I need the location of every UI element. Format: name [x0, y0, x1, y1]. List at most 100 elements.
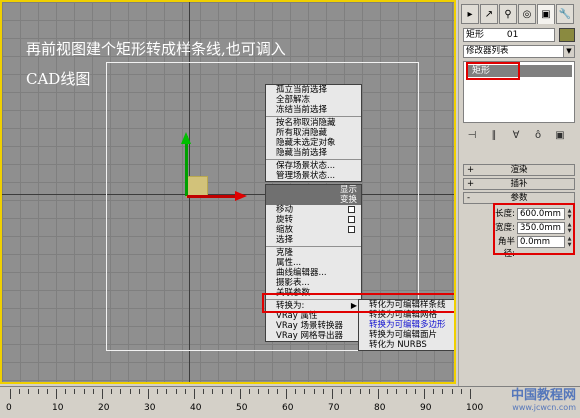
watermark-url: www.jcwcn.com [512, 403, 576, 412]
ruler-tick [56, 389, 57, 399]
ruler-minor-tick [368, 389, 370, 394]
menu-separator [266, 116, 361, 117]
ruler-minor-tick [295, 389, 297, 394]
menu-item-vray-mesh-export[interactable]: VRay 网格导出器 [266, 331, 361, 341]
ruler-minor-tick [460, 389, 462, 394]
ruler-minor-tick [350, 389, 352, 394]
ruler-minor-tick [433, 389, 435, 394]
ruler-label: 80 [374, 403, 386, 413]
timeline-ruler[interactable]: 0 10 20 30 40 50 60 70 80 90 100 [0, 386, 580, 418]
command-panel: ▸ ↗ ⚲ ◎ ▣ 🔧 矩形 01 修改器列表 ▼ 矩形 ⊣ ∥ ∀ ô ▣ +… [458, 0, 580, 386]
ruler-minor-tick [221, 389, 223, 394]
menu-item-unhide-by-name[interactable]: 按名称取消隐藏 [266, 118, 361, 128]
caption-line-2: CAD线图 [26, 70, 91, 88]
gizmo-x-axis[interactable] [187, 195, 237, 198]
ruler-minor-tick [28, 389, 30, 394]
ruler-label: 100 [466, 403, 484, 413]
ruler-minor-tick [267, 389, 269, 394]
settings-box-icon[interactable] [348, 226, 355, 233]
modifier-list-dropdown[interactable]: 修改器列表 ▼ [463, 45, 575, 58]
show-end-result-icon[interactable]: ∥ [485, 128, 503, 144]
gizmo-y-arrow-icon[interactable] [181, 132, 191, 144]
settings-box-icon[interactable] [348, 216, 355, 223]
ruler-tick [240, 389, 241, 399]
ruler-minor-tick [258, 389, 260, 394]
menu-item-move[interactable]: 移动 [266, 205, 361, 215]
quad-header-display: 显示 [266, 185, 361, 195]
tab-display[interactable]: ▣ [537, 4, 555, 24]
ruler-minor-tick [83, 389, 85, 394]
ruler-minor-tick [129, 389, 131, 394]
ruler-minor-tick [46, 389, 48, 394]
rollout-interpolation[interactable]: + 插补 [463, 178, 575, 190]
tab-modify[interactable]: ↗ [480, 4, 498, 24]
menu-item-unfreeze-all[interactable]: 全部解冻 [266, 95, 361, 105]
expand-plus-icon: + [467, 165, 475, 175]
menu-item-select[interactable]: 选择 [266, 235, 361, 245]
menu-item-clone[interactable]: 克隆 [266, 248, 361, 258]
watermark: 中国教程网 www.jcwcn.com [511, 384, 576, 412]
tab-utilities[interactable]: 🔧 [556, 4, 574, 24]
tab-motion[interactable]: ◎ [518, 4, 536, 24]
menu-item-isolate[interactable]: 孤立当前选择 [266, 85, 361, 95]
ruler-tick [332, 389, 333, 399]
gizmo-x-arrow-icon[interactable] [235, 191, 247, 201]
rollout-rendering[interactable]: + 渲染 [463, 164, 575, 176]
menu-item-convert-editable-patch[interactable]: 转换为可编辑面片 [359, 330, 454, 340]
ruler-minor-tick [111, 389, 113, 394]
quad-menu-display: 孤立当前选择 全部解冻 冻结当前选择 按名称取消隐藏 所有取消隐藏 隐藏未选定对… [265, 84, 362, 182]
ruler-minor-tick [249, 389, 251, 394]
menu-item-scale[interactable]: 缩放 [266, 225, 361, 235]
menu-item-hide-unselected[interactable]: 隐藏未选定对象 [266, 138, 361, 148]
ruler-minor-tick [138, 389, 140, 394]
ruler-label: 30 [144, 403, 156, 413]
object-name-field[interactable]: 矩形 01 [463, 28, 555, 42]
front-viewport[interactable]: 再前视图建个矩形转成样条线,也可调入 CAD线图 孤立当前选择 全部解冻 冻结当… [0, 0, 456, 384]
configure-sets-icon[interactable]: ▣ [551, 128, 569, 144]
ruler-minor-tick [313, 389, 315, 394]
tab-create[interactable]: ▸ [461, 4, 479, 24]
ruler-minor-tick [405, 389, 407, 394]
menu-item-vray-scene-converter[interactable]: VRay 场景转换器 [266, 321, 361, 331]
remove-modifier-icon[interactable]: ô [529, 128, 547, 144]
chevron-down-icon[interactable]: ▼ [563, 46, 574, 57]
ruler-minor-tick [157, 389, 159, 394]
menu-item-unhide-all[interactable]: 所有取消隐藏 [266, 128, 361, 138]
expand-plus-icon: + [467, 179, 475, 189]
ruler-minor-tick [37, 389, 39, 394]
ruler-minor-tick [175, 389, 177, 394]
pin-stack-icon[interactable]: ⊣ [463, 128, 481, 144]
watermark-title: 中国教程网 [510, 388, 576, 403]
menu-item-freeze-selection[interactable]: 冻结当前选择 [266, 105, 361, 115]
menu-item-hide-selection[interactable]: 隐藏当前选择 [266, 148, 361, 158]
ruler-tick [378, 389, 379, 399]
ruler-minor-tick [322, 389, 324, 394]
gizmo-y-axis[interactable] [185, 136, 188, 196]
menu-item-properties[interactable]: 属性... [266, 258, 361, 268]
menu-item-manage-scene-states[interactable]: 管理场景状态... [266, 171, 361, 181]
caption-line-1: 再前视图建个矩形转成样条线,也可调入 [26, 40, 286, 58]
menu-item-rotate[interactable]: 旋转 [266, 215, 361, 225]
tab-hierarchy[interactable]: ⚲ [499, 4, 517, 24]
ruler-tick [102, 389, 103, 399]
ruler-minor-tick [19, 389, 21, 394]
ruler-tick [10, 389, 11, 399]
menu-separator [266, 246, 361, 247]
menu-item-convert-editable-poly[interactable]: 转换为可编辑多边形 [359, 320, 454, 330]
settings-box-icon[interactable] [348, 206, 355, 213]
ruler-minor-tick [120, 389, 122, 394]
menu-item-dope-sheet[interactable]: 摄影表... [266, 278, 361, 288]
ruler-tick [148, 389, 149, 399]
ruler-tick [470, 389, 471, 399]
menu-item-save-scene-state[interactable]: 保存场景状态... [266, 161, 361, 171]
menu-item-convert-nurbs[interactable]: 转化为 NURBS [359, 340, 454, 350]
ruler-minor-tick [396, 389, 398, 394]
menu-item-curve-editor[interactable]: 曲线编辑器... [266, 268, 361, 278]
ruler-minor-tick [451, 389, 453, 394]
make-unique-icon[interactable]: ∀ [507, 128, 525, 144]
ruler-minor-tick [166, 389, 168, 394]
ruler-minor-tick [230, 389, 232, 394]
object-color-swatch[interactable] [559, 28, 575, 42]
ruler-tick [194, 389, 195, 399]
modifier-stack[interactable]: 矩形 [463, 61, 575, 123]
